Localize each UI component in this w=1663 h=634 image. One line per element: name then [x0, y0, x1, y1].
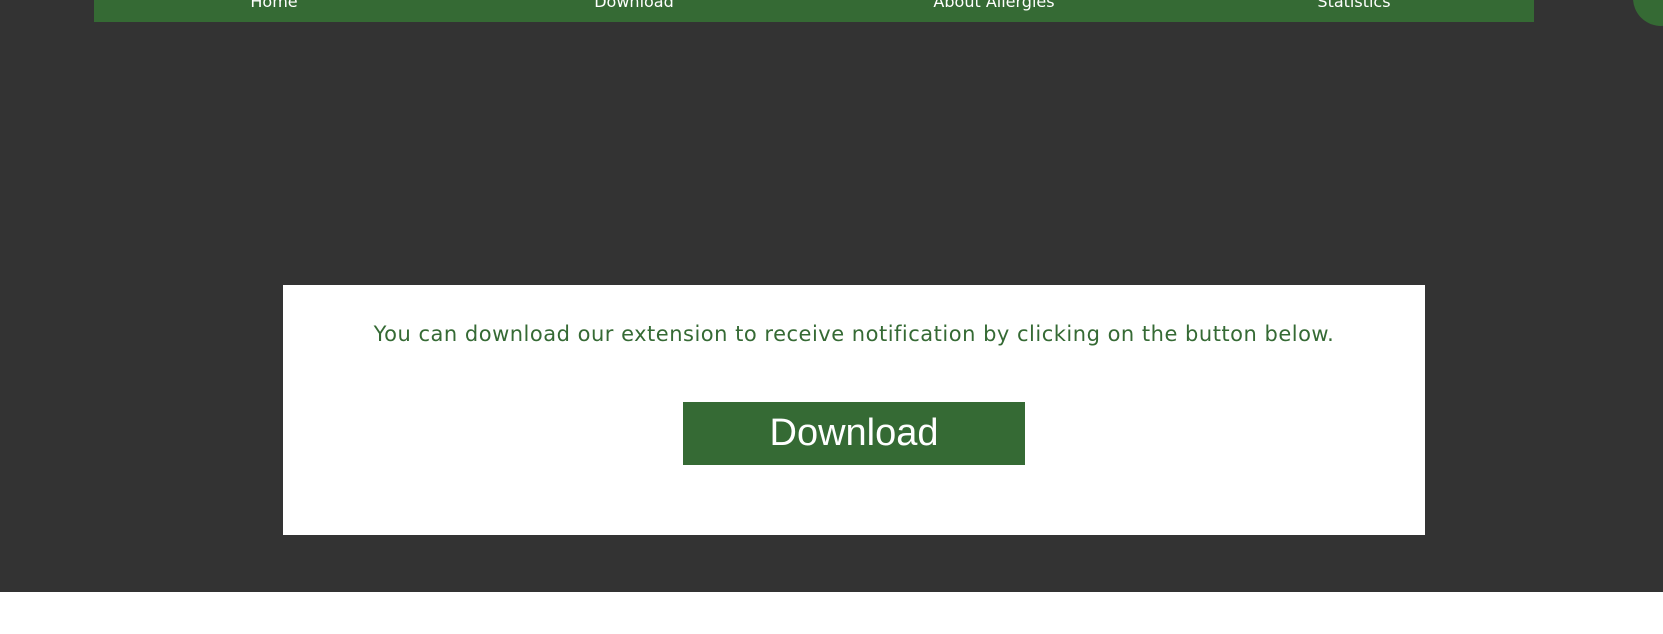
top-navigation-bar: Home Download About Allergies Statistics: [94, 0, 1534, 22]
page: Home Download About Allergies Statistics…: [0, 0, 1663, 634]
download-card: You can download our extension to receiv…: [283, 285, 1425, 535]
nav-item-download[interactable]: Download: [454, 0, 814, 13]
nav-item-statistics[interactable]: Statistics: [1174, 0, 1534, 13]
nav-item-about-allergies[interactable]: About Allergies: [814, 0, 1174, 13]
nav-item-home[interactable]: Home: [94, 0, 454, 13]
download-button[interactable]: Download: [683, 402, 1025, 465]
download-message: You can download our extension to receiv…: [373, 322, 1335, 346]
